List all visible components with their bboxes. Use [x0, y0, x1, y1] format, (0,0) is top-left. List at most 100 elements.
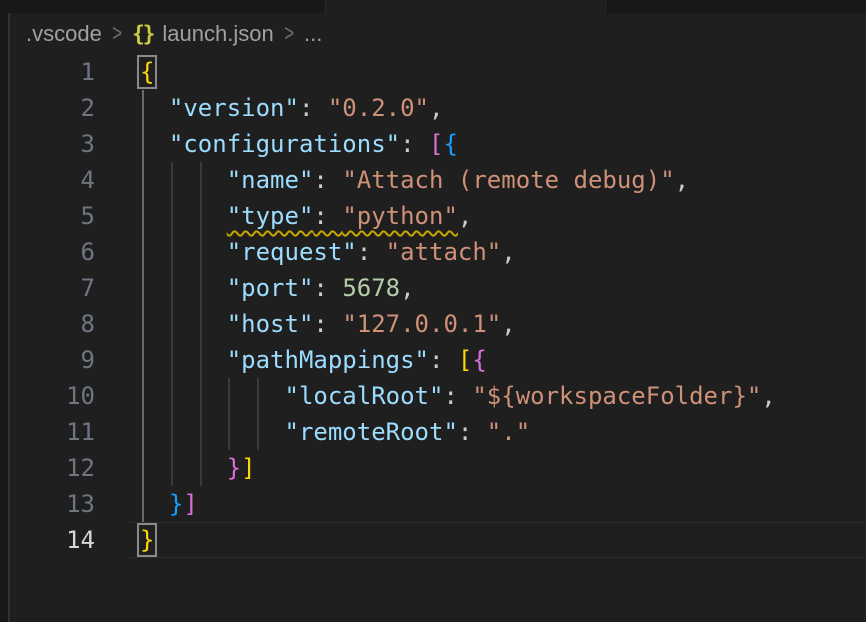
code-text: "type": "python",	[140, 198, 472, 234]
code-token: :	[357, 238, 386, 266]
code-token: ,	[675, 166, 689, 194]
line-number[interactable]: 2	[0, 90, 95, 126]
code-text: "localRoot": "${workspaceFolder}",	[140, 378, 776, 414]
code-token: ,	[458, 202, 472, 230]
code-line[interactable]: 5 "type": "python",	[0, 198, 866, 234]
code-token: :	[458, 418, 487, 446]
code-token: :	[313, 202, 342, 230]
code-token: }	[227, 454, 241, 482]
code-token	[140, 382, 285, 410]
code-text: "name": "Attach (remote debug)",	[140, 162, 689, 198]
chevron-right-icon: >	[112, 20, 122, 48]
line-number[interactable]: 10	[0, 378, 95, 414]
code-line[interactable]: 4 "name": "Attach (remote debug)",	[0, 162, 866, 198]
code-line[interactable]: 7 "port": 5678,	[0, 270, 866, 306]
code-token: "version"	[169, 94, 299, 122]
code-text: }	[140, 522, 154, 558]
tab-inactive-right[interactable]	[605, 0, 866, 13]
line-number[interactable]: 7	[0, 270, 95, 306]
code-token: ,	[501, 310, 515, 338]
code-token: :	[313, 310, 342, 338]
code-token: {	[472, 346, 486, 374]
code-token: }	[169, 490, 183, 518]
code-token: ]	[241, 454, 255, 482]
code-token: "pathMappings"	[227, 346, 429, 374]
line-number[interactable]: 3	[0, 126, 95, 162]
code-line[interactable]: 10 "localRoot": "${workspaceFolder}",	[0, 378, 866, 414]
line-number[interactable]: 9	[0, 342, 95, 378]
code-line[interactable]: 1{	[0, 54, 866, 90]
code-token: "${workspaceFolder}"	[472, 382, 761, 410]
code-token	[140, 166, 227, 194]
tab-bar	[0, 0, 866, 13]
line-number[interactable]: 6	[0, 234, 95, 270]
breadcrumb-symbol-picker[interactable]: ...	[304, 21, 322, 47]
code-token: :	[313, 274, 342, 302]
code-token: :	[400, 130, 429, 158]
code-text: }]	[140, 450, 256, 486]
breadcrumb-file[interactable]: launch.json	[162, 21, 273, 47]
code-token: [	[458, 346, 472, 374]
code-token	[140, 274, 227, 302]
code-token: "."	[487, 418, 530, 446]
code-text: "host": "127.0.0.1",	[140, 306, 516, 342]
line-number[interactable]: 1	[0, 54, 95, 90]
code-line[interactable]: 6 "request": "attach",	[0, 234, 866, 270]
code-token: :	[299, 94, 328, 122]
code-token: ,	[501, 238, 515, 266]
chevron-right-icon: >	[284, 20, 294, 48]
code-line[interactable]: 11 "remoteRoot": "."	[0, 414, 866, 450]
code-line[interactable]: 8 "host": "127.0.0.1",	[0, 306, 866, 342]
code-token: [	[429, 130, 443, 158]
code-token	[140, 202, 227, 230]
code-token	[140, 130, 169, 158]
code-text: "port": 5678,	[140, 270, 415, 306]
line-number[interactable]: 13	[0, 486, 95, 522]
code-token: "name"	[227, 166, 314, 194]
code-token	[140, 418, 285, 446]
code-token	[140, 238, 227, 266]
code-line[interactable]: 12 }]	[0, 450, 866, 486]
code-token: "remoteRoot"	[285, 418, 458, 446]
code-token: "python"	[342, 202, 458, 230]
code-line[interactable]: 2 "version": "0.2.0",	[0, 90, 866, 126]
code-token: "host"	[227, 310, 314, 338]
code-token: ]	[183, 490, 197, 518]
code-line[interactable]: 13 }]	[0, 486, 866, 522]
line-number[interactable]: 4	[0, 162, 95, 198]
code-token: ,	[761, 382, 775, 410]
code-token: "localRoot"	[285, 382, 444, 410]
code-line[interactable]: 3 "configurations": [{	[0, 126, 866, 162]
line-number[interactable]: 5	[0, 198, 95, 234]
code-line[interactable]: 14}	[0, 522, 866, 558]
panel-edge	[0, 13, 10, 622]
tab-active[interactable]	[326, 0, 604, 13]
code-token: ,	[429, 94, 443, 122]
code-token: "0.2.0"	[328, 94, 429, 122]
breadcrumb: .vscode > {} launch.json > ...	[10, 13, 866, 54]
code-line[interactable]: 9 "pathMappings": [{	[0, 342, 866, 378]
code-lines: 1{2 "version": "0.2.0",3 "configurations…	[0, 54, 866, 558]
code-token: :	[443, 382, 472, 410]
tab-inactive-left[interactable]	[0, 0, 326, 13]
code-text: }]	[140, 486, 198, 522]
code-text: {	[140, 54, 154, 90]
code-text: "version": "0.2.0",	[140, 90, 443, 126]
line-number[interactable]: 12	[0, 450, 95, 486]
code-token: "configurations"	[169, 130, 400, 158]
line-number[interactable]: 8	[0, 306, 95, 342]
matched-bracket: {	[140, 58, 154, 86]
editor-pane: .vscode > {} launch.json > ... 1{2 "vers…	[0, 0, 866, 622]
code-text: "request": "attach",	[140, 234, 516, 270]
code-token: "port"	[227, 274, 314, 302]
line-number[interactable]: 14	[0, 522, 95, 558]
breadcrumb-folder[interactable]: .vscode	[26, 21, 102, 47]
code-text: "configurations": [{	[140, 126, 458, 162]
json-braces-icon: {}	[132, 22, 153, 46]
code-text: "pathMappings": [{	[140, 342, 487, 378]
code-token	[140, 94, 169, 122]
line-number[interactable]: 11	[0, 414, 95, 450]
code-token: 5678	[342, 274, 400, 302]
code-token	[140, 490, 169, 518]
code-token: :	[429, 346, 458, 374]
